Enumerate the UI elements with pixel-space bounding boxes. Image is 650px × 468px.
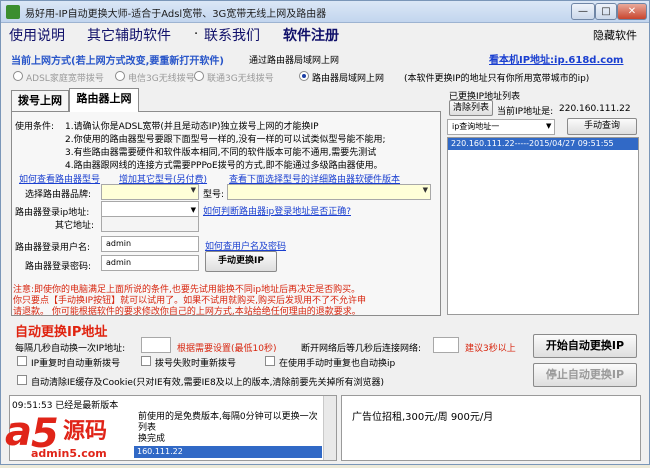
checkbox-redial-on-fail[interactable]: [141, 356, 151, 366]
menu-contact[interactable]: 联系我们: [204, 25, 260, 45]
condition-1: 1.请确认你是ADSL宽带(并且是动态IP)独立拨号上网的才能换IP: [65, 122, 319, 132]
radio-adsl[interactable]: [13, 71, 23, 81]
stop-auto-button[interactable]: 停止自动更换IP: [533, 363, 637, 387]
clear-list-button[interactable]: 清除列表: [449, 100, 493, 116]
warning-line-3: 请退款。 你可能根据软件的要求修改你自己的上网方式,本站给绝任何理由的退款要求。: [13, 307, 361, 317]
reconnect-label: 断开网络后等几秒后连接网络:: [301, 344, 422, 354]
chevron-down-icon: ▼: [190, 206, 196, 214]
current-ip-value: 220.160.111.22: [559, 104, 631, 114]
condition-4: 4.路由器跟网线的连接方式需要PPPoE拨号的方式,即不能通过多级路由器使用。: [65, 161, 383, 171]
interval-label: 每隔几秒自动换一次IP地址:: [15, 344, 126, 354]
radio-router-label: 路由器局域网上网: [312, 74, 385, 84]
app-window: 易好用-IP自动更换大师-适合于Adsl宽带、3G宽带无线上网及路由器 — □ …: [0, 0, 650, 465]
connect-mode-current: 通过路由器局域网上网: [249, 56, 340, 66]
connect-mode-heading: 当前上网方式(若上网方式改变,要重新打开软件): [11, 56, 224, 67]
password-input[interactable]: admin: [101, 255, 199, 271]
close-button[interactable]: ✕: [617, 3, 647, 20]
password-label: 路由器登录密码:: [25, 262, 92, 272]
radio-router[interactable]: [299, 71, 309, 81]
app-icon: [6, 5, 20, 19]
login-ip-label: 路由器登录ip地址:: [15, 208, 90, 218]
condition-3: 3.有些路由器需要硬件和软件版本相同,不同的软件版本可能不通用,需要先测试: [65, 148, 377, 158]
auto-change-heading: 自动更换IP地址: [15, 325, 108, 340]
radio-unicom-3g-label: 联通3G无线拨号: [207, 74, 274, 84]
other-address-label: 其它地址:: [55, 221, 95, 231]
username-label: 路由器登录用户名:: [15, 243, 91, 253]
menu-instructions[interactable]: 使用说明: [9, 25, 65, 45]
interval-input[interactable]: [141, 337, 171, 353]
tab-router[interactable]: 路由器上网: [69, 88, 139, 112]
checkbox-redial-on-duplicate-label: IP重复时自动重新拨号: [31, 359, 121, 369]
title-bar: 易好用-IP自动更换大师-适合于Adsl宽带、3G宽带无线上网及路由器 — □ …: [1, 1, 649, 23]
reconnect-input[interactable]: [433, 337, 459, 353]
login-ip-select[interactable]: ▼: [101, 201, 199, 217]
tab-dialup[interactable]: 拨号上网: [11, 90, 69, 112]
checkbox-redial-on-duplicate[interactable]: [17, 356, 27, 366]
view-model-link[interactable]: 如何查看路由器型号: [19, 172, 100, 185]
watermark-logo: a 5 源码 admin5.com: [1, 403, 151, 465]
log-scrollbar[interactable]: [323, 396, 336, 460]
window-title: 易好用-IP自动更换大师-适合于Adsl宽带、3G宽带无线上网及路由器: [25, 9, 327, 20]
radio-telecom-3g-label: 电信3G无线拨号: [128, 74, 195, 84]
list-item[interactable]: 220.160.111.22-----2015/04/27 09:51:55: [448, 138, 638, 150]
menu-other-tools[interactable]: 其它辅助软件: [87, 25, 171, 45]
watermark-brand: 源码: [63, 419, 108, 444]
watermark-site: admin5.com: [31, 447, 107, 460]
condition-2: 2.你使用的路由器型号要跟下面型号一样的,没有一样的可以试类似型号能不能用;: [65, 135, 386, 145]
log-selected-line[interactable]: 160.111.22: [134, 446, 322, 458]
username-input[interactable]: admin: [101, 236, 199, 252]
ad-text: 广告位招租,300元/周 900元/月: [352, 412, 494, 423]
current-ip-label: 当前IP地址是:: [497, 107, 554, 117]
radio-unicom-3g[interactable]: [194, 71, 204, 81]
connect-mode-note: (本软件更换IP的地址只有你所用宽带城市的ip): [404, 74, 590, 84]
ip-history-list[interactable]: 220.160.111.22-----2015/04/27 09:51:55: [447, 137, 639, 315]
maximize-button[interactable]: □: [595, 3, 617, 20]
checkbox-clear-ie-cache-label: 自动清除IE缓存及Cookie(只对IE有效,需要IE8及以上的版本,清除前要先…: [31, 378, 385, 388]
start-auto-button[interactable]: 开始自动更换IP: [533, 334, 637, 358]
checkbox-manual-auto-label: 在使用手动时重复也自动换ip: [279, 359, 396, 369]
interval-hint: 根据需要设置(最低10秒): [177, 344, 277, 354]
checkbox-clear-ie-cache[interactable]: [17, 375, 27, 385]
checkbox-manual-auto[interactable]: [265, 356, 275, 366]
menu-register[interactable]: 软件注册: [283, 25, 339, 45]
minimize-button[interactable]: —: [571, 3, 595, 20]
conditions-label: 使用条件:: [15, 122, 55, 132]
manual-change-ip-button[interactable]: 手动更换IP: [205, 251, 277, 272]
public-ip-link[interactable]: 看本机IP地址:ip.618d.com: [489, 51, 623, 66]
radio-telecom-3g[interactable]: [115, 71, 125, 81]
menu-bar: 使用说明 其它辅助软件 · 联系我们 软件注册: [1, 23, 649, 45]
hide-software-button[interactable]: 隐藏软件: [593, 27, 637, 43]
query-source-select[interactable]: ip查询地址一: [447, 119, 555, 135]
reconnect-hint: 建议3秒以上: [465, 344, 516, 354]
ad-area: 广告位招租,300元/周 900元/月: [341, 395, 641, 461]
menu-separator: ·: [194, 27, 199, 42]
chevron-down-icon: ▼: [546, 122, 552, 130]
svg-text:a: a: [5, 409, 32, 455]
model-select[interactable]: ▼: [227, 184, 431, 200]
model-label: 型号:: [203, 190, 225, 200]
other-address-input[interactable]: [101, 216, 199, 232]
brand-label: 选择路由器品牌:: [25, 190, 92, 200]
manual-query-button[interactable]: 手动查询: [567, 118, 637, 135]
log-line-2: 前使用的是免费版本,每隔0分钟可以更换一次: [138, 412, 318, 422]
radio-adsl-label: ADSL家庭宽带拨号: [26, 74, 104, 84]
judge-ip-link[interactable]: 如何判断路由器ip登录地址是否正确?: [203, 204, 351, 217]
checkbox-redial-on-fail-label: 拨号失败时重新拨号: [155, 359, 237, 369]
chevron-down-icon: ▼: [190, 186, 196, 194]
brand-select[interactable]: ▼: [101, 184, 199, 200]
chevron-down-icon: ▼: [422, 186, 428, 194]
